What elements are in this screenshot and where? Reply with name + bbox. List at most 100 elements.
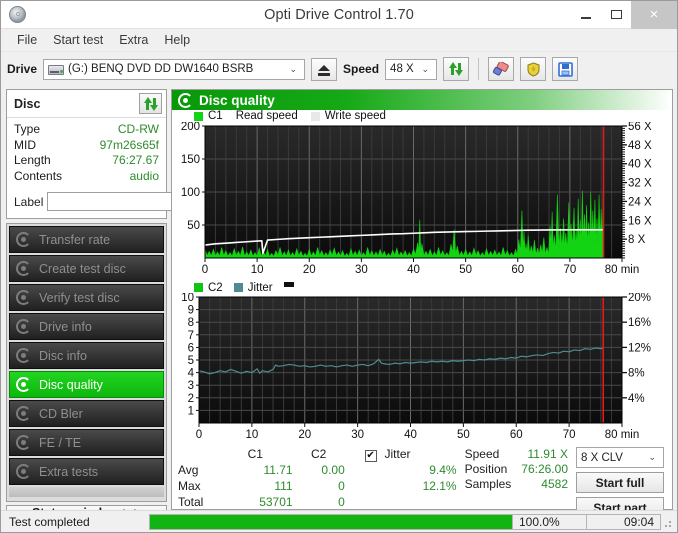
disc-quality-panel: Disc quality C1 Read speed Write speed 5…: [171, 89, 673, 518]
sidebar-item-cd-bler[interactable]: CD Bler: [9, 400, 164, 427]
disc-properties: Type CD-RW MID 97m26s65f Length 76:27.67…: [7, 118, 166, 189]
svg-text:16%: 16%: [628, 317, 651, 329]
svg-text:5: 5: [188, 355, 194, 367]
drive-select[interactable]: (G:) BENQ DVD DD DW1640 BSRB ⌄: [43, 58, 306, 80]
speed-info-value: 11.91 X: [527, 447, 568, 461]
svg-text:10: 10: [251, 264, 264, 276]
samples-info-label: Samples: [464, 477, 512, 491]
c2-jitter-chart[interactable]: 1 2 3 4 5 6 7 8 9 10 4% 8% 12% 16% 20% 0 10 20 30 40 50 60 70 8…: [172, 293, 672, 445]
resize-grip[interactable]: [661, 515, 675, 529]
row-label-avg: Avg: [178, 463, 199, 477]
disc-icon: [16, 464, 31, 479]
window-controls: ×: [571, 0, 677, 29]
start-full-button[interactable]: Start full: [576, 472, 664, 493]
max-c2-value: 0: [338, 479, 345, 493]
menu-item-help[interactable]: Help: [156, 30, 198, 50]
svg-text:70: 70: [563, 264, 576, 276]
c1-chart[interactable]: 50 100 150 200 8 X 16 X 24 X 32 X 40 X 48 X 56 X 0 1…: [172, 122, 672, 280]
sidebar-item-transfer-rate[interactable]: Transfer rate: [9, 226, 164, 253]
property-value: CD-RW: [117, 122, 159, 136]
jitter-checkbox[interactable]: ✔: [364, 450, 377, 462]
sidebar-item-label: Drive info: [39, 319, 92, 334]
sidebar-item-fe-te[interactable]: FE / TE: [9, 429, 164, 456]
legend-swatch-write-speed: [310, 111, 320, 121]
c2-chart-legend: C2 Jitter: [172, 280, 672, 294]
svg-text:8%: 8%: [628, 368, 645, 380]
app-disc-icon: [8, 5, 28, 25]
disc-info-panel: Disc Type CD-RW MID 97m26s65f Length 76:…: [6, 89, 252, 219]
table-row: Avg 11.71 0.00 9.4%: [178, 463, 457, 479]
sidebar-item-label: Disc quality: [39, 377, 103, 392]
eject-button[interactable]: [311, 57, 338, 81]
svg-text:20%: 20%: [628, 293, 651, 304]
drive-label: Drive: [7, 62, 38, 76]
toolbar: Drive (G:) BENQ DVD DD DW1640 BSRB ⌄ Spe…: [1, 52, 677, 86]
sidebar-item-disc-info[interactable]: Disc info: [9, 342, 164, 369]
disc-icon: [16, 377, 31, 392]
sidebar-item-label: Transfer rate: [39, 232, 111, 247]
speed-info-label: Speed: [464, 447, 500, 461]
close-icon[interactable]: ×: [631, 0, 677, 29]
sidebar-item-create-test-disc[interactable]: Create test disc: [9, 255, 164, 282]
column-header-jitter: Jitter: [384, 447, 411, 461]
erase-button[interactable]: [488, 57, 515, 81]
status-bar: Test completed 100.0% 09:04: [1, 510, 677, 532]
svg-text:80 min: 80 min: [605, 429, 640, 441]
disc-refresh-button[interactable]: [139, 93, 162, 114]
legend-label-write-speed: Write speed: [324, 110, 386, 122]
minimize-button[interactable]: [571, 1, 601, 29]
property-value: 76:27.67: [112, 153, 159, 167]
c1-chart-legend: C1 Read speed Write speed: [172, 110, 672, 122]
sidebar-item-disc-quality[interactable]: Disc quality: [9, 371, 164, 398]
speed-select[interactable]: 48 X ⌄: [385, 58, 438, 80]
menu-item-file[interactable]: File: [9, 30, 45, 50]
sidebar-item-drive-info[interactable]: Drive info: [9, 313, 164, 340]
speed-label: Speed: [343, 62, 380, 76]
legend-swatch-c1: [194, 111, 203, 121]
property-key: MID: [14, 137, 36, 152]
svg-text:6: 6: [188, 342, 194, 354]
svg-text:12%: 12%: [628, 342, 651, 354]
page-title: Disc quality: [199, 92, 275, 108]
svg-text:80 min: 80 min: [605, 264, 640, 276]
svg-text:200: 200: [181, 122, 200, 133]
svg-text:9: 9: [188, 305, 194, 317]
disc-icon: [16, 348, 31, 363]
main-panel: Disc quality C1 Read speed Write speed 5…: [170, 86, 677, 518]
refresh-button[interactable]: [443, 57, 470, 81]
avg-c2-value: 0.00: [321, 463, 345, 477]
title-bar: Opti Drive Control 1.70 ×: [1, 0, 677, 29]
sidebar-item-verify-test-disc[interactable]: Verify test disc: [9, 284, 164, 311]
progress-bar-fill: [150, 514, 512, 529]
save-button[interactable]: [552, 57, 579, 81]
sidebar-item-label: Disc info: [39, 348, 87, 363]
menu-item-start-test[interactable]: Start test: [45, 30, 111, 50]
status-text: Test completed: [9, 514, 90, 529]
svg-text:16 X: 16 X: [628, 215, 652, 227]
quality-scan-button[interactable]: [520, 57, 547, 81]
disc-icon: [16, 319, 31, 334]
property-value: 97m26s65f: [99, 137, 159, 152]
sidebar-item-label: FE / TE: [39, 435, 82, 450]
avg-jitter-value: 9.4%: [429, 463, 457, 477]
write-strategy-select[interactable]: 8 X CLV ⌄: [576, 447, 664, 468]
table-row: Speed 11.91 X: [465, 447, 568, 462]
sidebar-item-label: Create test disc: [39, 261, 126, 276]
menu-item-extra[interactable]: Extra: [111, 30, 156, 50]
svg-text:20: 20: [303, 264, 316, 276]
svg-text:30: 30: [355, 264, 368, 276]
drive-select-value: (G:) BENQ DVD DD DW1640 BSRB: [68, 63, 254, 75]
nav-filler: [9, 487, 164, 497]
elapsed-time: 09:04: [587, 513, 661, 530]
position-info-value: 76:26.00: [521, 462, 568, 476]
maximize-button[interactable]: [601, 1, 631, 29]
svg-text:56 X: 56 X: [628, 122, 652, 133]
sidebar-item-extra-tests[interactable]: Extra tests: [9, 458, 164, 485]
disc-quality-header: Disc quality: [172, 90, 672, 110]
toolbar-divider: [478, 58, 480, 80]
property-key: Contents: [14, 168, 63, 183]
scroll-thumb[interactable]: [283, 282, 294, 287]
content-area: Disc Type CD-RW MID 97m26s65f Length 76:…: [1, 86, 677, 521]
max-c1-value: 111: [274, 479, 293, 493]
total-jitter-value: [381, 495, 457, 511]
